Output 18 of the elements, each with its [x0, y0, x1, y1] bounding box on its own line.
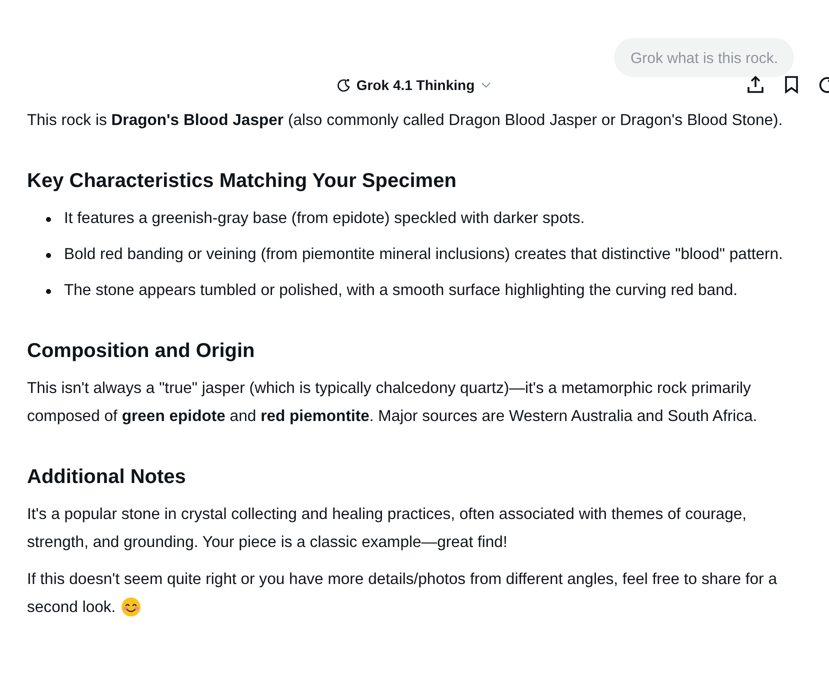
list-item: It features a greenish-gray base (from epidote) speckled with darker spots. [64, 209, 585, 229]
list-item: The stone appears tumbled or polished, with a smooth surface highlighting the curving red band. [64, 281, 738, 301]
paragraph: This isn't always a "true" jasper (which is typically chalcedony quartz)—it's a metamorphic rock primarily composed of green epidote and red piemontite. Major sources are Western Australia and South Africa. [27, 379, 758, 427]
list-item: Bold red banding or veining (from piemontite mineral inclusions) creates that distinctive "blood" pattern. [64, 245, 783, 265]
paragraph: This rock is Dragon's Blood Jasper (also commonly called Dragon Blood Jasper or Dragon's Blood Stone). [27, 111, 784, 131]
section-heading: Composition and Origin [27, 339, 256, 364]
bullet-icon [46, 253, 51, 258]
bookmark-button[interactable] [782, 75, 801, 94]
paragraph: If this doesn't seem quite right or you have more details/photos from different angles, feel free to share for a second look. [27, 570, 778, 619]
bullet-icon [46, 217, 51, 222]
section-heading: Key Characteristics Matching Your Specimen [27, 169, 458, 194]
section-heading: Additional Notes [27, 465, 187, 490]
paragraph: It's a popular stone in crystal collecting and healing practices, often associated with themes of courage, strength, and grounding. Your piece is a classic example—great find! [27, 505, 748, 553]
share-button[interactable] [746, 75, 765, 94]
moon-icon [337, 78, 352, 92]
model-selector[interactable]: Grok 4.1 Thinking [333, 75, 496, 95]
bullet-icon [46, 289, 51, 294]
user-message: Grok what is this rock. [614, 38, 794, 77]
